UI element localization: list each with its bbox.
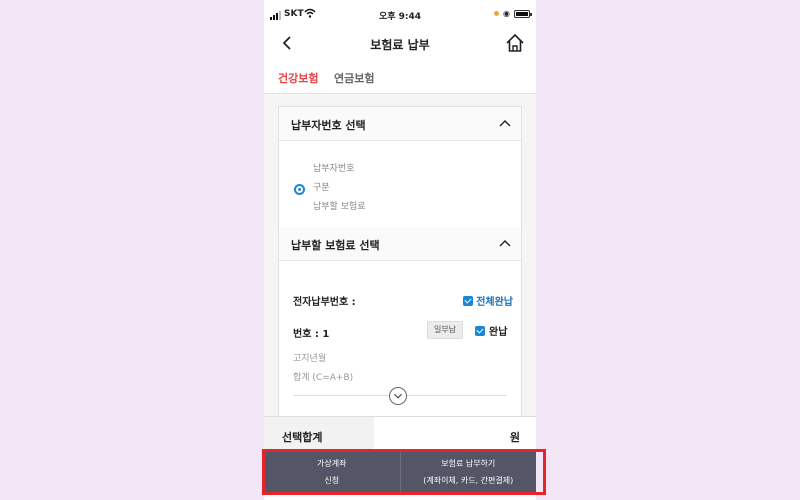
rotation-lock-icon: ◉	[503, 9, 510, 18]
highlight-box	[262, 449, 546, 495]
full-pay-label: 완납	[489, 327, 508, 338]
chevron-down-circle-icon[interactable]	[389, 387, 407, 405]
select-all-label: 전체완납	[476, 297, 513, 308]
premium-section-title: 납부할 보험료 선택	[291, 239, 380, 252]
app-header: 보험료 납부	[264, 30, 536, 58]
battery-icon	[514, 9, 532, 18]
checkbox-checked-icon	[475, 325, 485, 336]
insurance-tabs: 건강보험 연금보험	[264, 62, 536, 97]
total-currency-unit: 원	[509, 431, 520, 444]
main-content: 납부자번호 선택 납부자번호 구분 납부할 보험료 납부할 보험료 선택 전자납…	[264, 94, 536, 416]
select-all-checkbox[interactable]: 전체완납	[463, 293, 513, 308]
payment-card: 납부자번호 선택 납부자번호 구분 납부할 보험료 납부할 보험료 선택 전자납…	[278, 106, 522, 416]
home-icon[interactable]	[504, 32, 526, 54]
payer-radio[interactable]	[294, 184, 305, 195]
status-bar: SKT 오후 9:44 ◉	[264, 0, 536, 30]
notice-month-label: 고지년월	[293, 354, 327, 364]
tab-health-insurance[interactable]: 건강보험	[278, 70, 319, 97]
payer-number-label: 납부자번호	[313, 164, 355, 174]
payer-section-title: 납부자번호 선택	[291, 119, 366, 132]
page-title: 보험료 납부	[370, 38, 430, 52]
mic-indicator-icon	[494, 11, 500, 16]
sum-label: 합계 (C=A+B)	[293, 373, 354, 383]
premium-section-header[interactable]: 납부할 보험료 선택	[279, 227, 521, 261]
checkbox-checked-icon	[463, 295, 474, 306]
item-number-label: 번호 : 1	[293, 329, 330, 340]
phone-screen: SKT 오후 9:44 ◉ 보험료 납부 건강보험 연금보험 납부자번호 선택	[264, 0, 536, 500]
selected-total-label: 선택합계	[264, 417, 374, 451]
e-pay-number-label: 전자납부번호 :	[293, 297, 356, 308]
category-label: 구분	[313, 183, 330, 193]
due-premium-label: 납부할 보험료	[313, 202, 366, 212]
full-pay-checkbox[interactable]: 완납	[475, 323, 507, 338]
chevron-up-icon	[499, 240, 511, 247]
payer-section-header[interactable]: 납부자번호 선택	[279, 107, 521, 141]
partial-pay-button[interactable]: 일부납	[427, 321, 463, 339]
chevron-up-icon	[499, 120, 511, 127]
selected-total-row: 선택합계 원	[264, 416, 536, 451]
tab-pension-insurance[interactable]: 연금보험	[334, 70, 374, 86]
